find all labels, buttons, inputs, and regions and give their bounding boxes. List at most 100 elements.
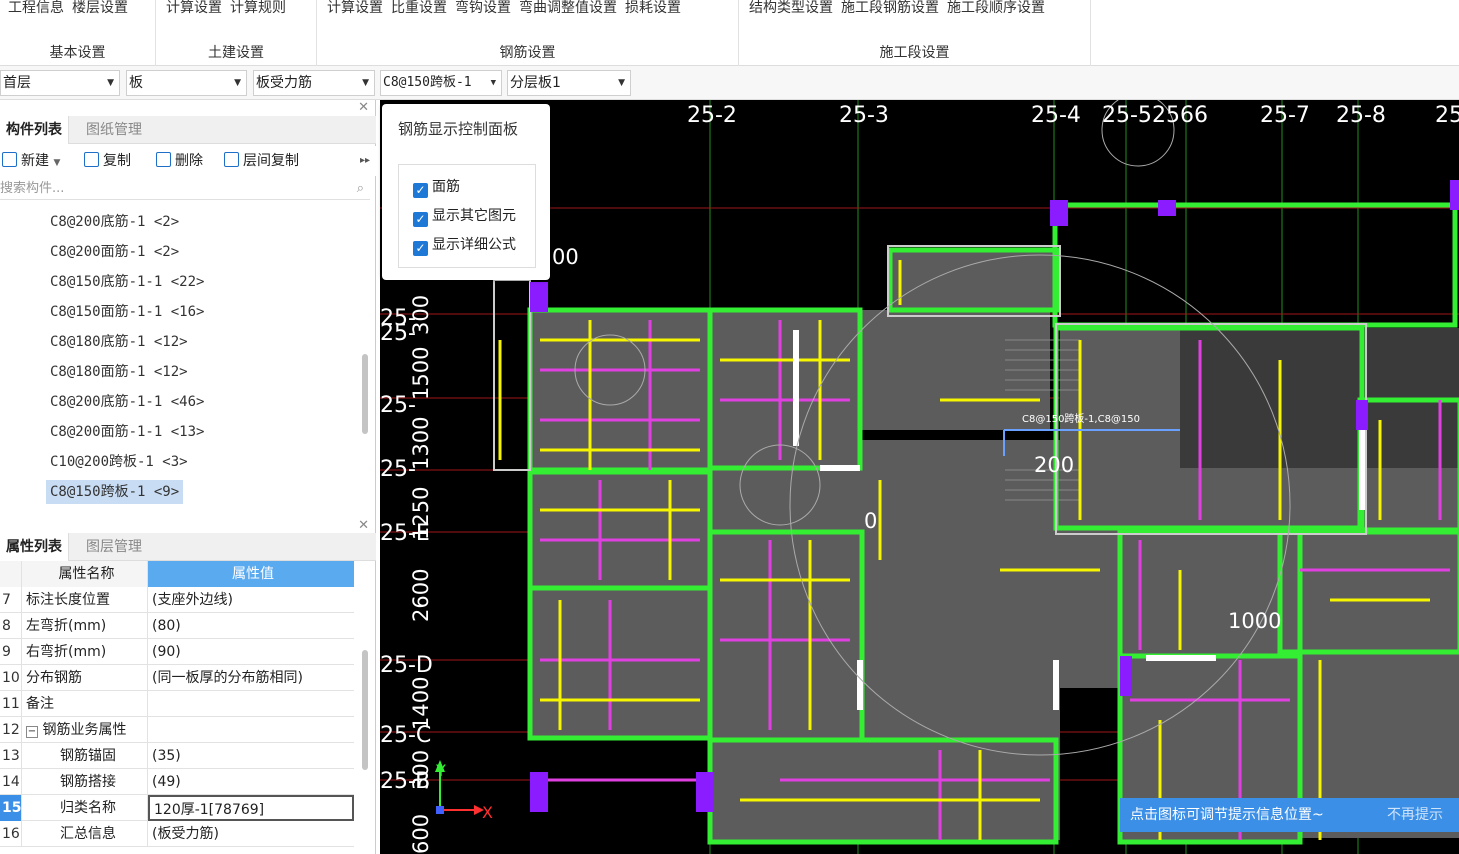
table-header: 属性名称 属性值 <box>0 561 354 587</box>
check-icon: ✓ <box>413 212 428 227</box>
collapse-icon[interactable]: − <box>26 726 38 738</box>
close-icon[interactable]: ✕ <box>358 100 369 115</box>
top-rebar-checkbox[interactable]: ✓ 面筋 <box>413 177 460 198</box>
ribbon-floor-settings[interactable]: 楼层设置 <box>72 0 128 15</box>
ribbon-density[interactable]: 比重设置 <box>391 0 447 15</box>
floor-select[interactable]: 首层 ▼ <box>0 70 120 96</box>
dimension-label: 300 <box>409 750 433 790</box>
list-scrollbar[interactable] <box>362 354 368 434</box>
components-tabs: 构件列表 图纸管理 <box>0 116 376 144</box>
table-row[interactable]: 8 左弯折(mm) (80) <box>0 613 354 639</box>
list-item[interactable]: C8@180面筋-1 <12> <box>46 360 192 384</box>
ribbon-calc-rules[interactable]: 计算规则 <box>230 0 286 15</box>
properties-tabs: 属性列表 图层管理 <box>0 533 376 561</box>
svg-text:X: X <box>482 803 493 822</box>
table-row[interactable]: 10 分布钢筋 (同一板厚的分布筋相同) <box>0 665 354 691</box>
layers-copy-icon <box>224 152 239 167</box>
header-value: 属性值 <box>148 561 354 587</box>
rebar-display-panel: 钢筋显示控制面板 ✓ 面筋 ✓ 显示其它图元 ✓ 显示详细公式 <box>382 104 550 280</box>
tab-component-list[interactable]: 构件列表 <box>0 116 69 144</box>
ribbon-rebar-calc[interactable]: 计算设置 <box>327 0 383 15</box>
more-icon[interactable]: ▸▸ <box>360 150 370 172</box>
list-item-selected[interactable]: C8@150跨板-1 <9> <box>46 480 184 504</box>
ribbon-stage-rebar[interactable]: 施工段钢筋设置 <box>841 0 939 15</box>
selector-toolbar: 首层 ▼ 板 ▼ 板受力筋 ▼ C8@150跨板-1 ▼ 分层板1 ▼ <box>0 66 1459 100</box>
ribbon-calc-settings[interactable]: 计算设置 <box>166 0 222 15</box>
dimension-label: 1400 <box>409 677 433 730</box>
panel-title: 钢筋显示控制面板 <box>398 120 519 138</box>
component-search[interactable]: 搜索构件... ⌕ <box>0 178 370 200</box>
dimension-label: 300 <box>409 295 433 335</box>
left-panel: ✕ 构件列表 图纸管理 新建 ▼ 复制 删除 层间复制 ▸▸ 搜索构件... ⌕… <box>0 100 376 854</box>
new-button[interactable]: 新建 ▼ <box>2 150 60 172</box>
show-detail-formula-checkbox[interactable]: ✓ 显示详细公式 <box>413 235 516 256</box>
category-name-input: 120厚-1[78769] <box>148 795 354 821</box>
chevron-down-icon: ▼ <box>490 78 496 88</box>
layer-select[interactable]: 分层板1 ▼ <box>507 70 631 96</box>
table-row[interactable]: 16 汇总信息 (板受力筋) <box>0 821 354 847</box>
tab-property-list[interactable]: 属性列表 <box>0 533 69 561</box>
hint-bar[interactable]: 点击图标可调节提示信息位置~ 不再提示 <box>1120 798 1459 832</box>
type-select[interactable]: 板 ▼ <box>126 70 247 96</box>
list-item[interactable]: C8@200面筋-1 <2> <box>46 240 183 264</box>
table-row[interactable]: 13 钢筋锚固 (35) <box>0 743 354 769</box>
list-item[interactable]: C8@200面筋-1-1 <13> <box>46 420 208 444</box>
component-list: C8@200底筋-1 <2> C8@200面筋-1 <2> C8@150底筋-1… <box>0 204 370 514</box>
copy-icon <box>84 152 99 167</box>
search-placeholder: 搜索构件... <box>0 181 65 196</box>
ribbon-group-title: 施工段设置 <box>879 45 950 61</box>
tab-layer-management[interactable]: 图层管理 <box>80 533 148 561</box>
component-select[interactable]: C8@150跨板-1 ▼ <box>380 70 502 96</box>
dismiss-hint-button[interactable]: 不再提示 <box>1387 798 1443 832</box>
component-toolbar: 新建 ▼ 复制 删除 层间复制 ▸▸ <box>0 146 376 176</box>
list-item[interactable]: C8@200底筋-1 <2> <box>46 210 183 234</box>
hint-text: 点击图标可调节提示信息位置~ <box>1130 807 1324 823</box>
axis-label-top: 25 <box>1435 103 1459 128</box>
chevron-down-icon: ▼ <box>618 78 625 88</box>
ribbon-group-title: 土建设置 <box>208 45 264 61</box>
list-item[interactable]: C8@150面筋-1-1 <16> <box>46 300 208 324</box>
rebar-annotation: C8@150跨板-1,C8@150 <box>1022 412 1140 425</box>
list-item[interactable]: C8@150底筋-1-1 <22> <box>46 270 208 294</box>
axis-label-top: 25-4 <box>1031 103 1081 128</box>
axis-label-left: 25-D <box>380 653 433 678</box>
ribbon-group-basic: 工程信息 楼层设置 基本设置 <box>0 0 156 66</box>
search-icon[interactable]: ⌕ <box>357 178 364 200</box>
delete-button[interactable]: 删除 <box>156 150 203 172</box>
list-item[interactable]: C10@200跨板-1 <3> <box>46 450 192 474</box>
axis-label-top: 25-7 <box>1260 103 1310 128</box>
floor-copy-button[interactable]: 层间复制 <box>224 150 299 172</box>
copy-button[interactable]: 复制 <box>84 150 131 172</box>
axis-label-top: 2566 <box>1152 103 1208 128</box>
check-icon: ✓ <box>413 241 428 256</box>
table-row[interactable]: 9 右弯折(mm) (90) <box>0 639 354 665</box>
dimension-label: 1250 <box>409 487 433 540</box>
properties-scrollbar[interactable] <box>362 650 368 770</box>
ribbon-stage-order[interactable]: 施工段顺序设置 <box>947 0 1045 15</box>
ribbon-loss[interactable]: 损耗设置 <box>625 0 681 15</box>
tab-drawing-management[interactable]: 图纸管理 <box>80 116 148 144</box>
list-item[interactable]: C8@180底筋-1 <12> <box>46 330 192 354</box>
ribbon-project-info[interactable]: 工程信息 <box>8 0 64 15</box>
axis-label-top: 25-5 <box>1102 103 1152 128</box>
table-row-selected[interactable]: 15 归类名称 120厚-1[78769] <box>0 795 354 821</box>
new-doc-icon <box>2 152 17 167</box>
dimension-label: 0 <box>864 509 877 533</box>
table-row[interactable]: 11 备注 <box>0 691 354 717</box>
ribbon-bend-adjust[interactable]: 弯曲调整值设置 <box>519 0 617 15</box>
option-group: ✓ 面筋 ✓ 显示其它图元 ✓ 显示详细公式 <box>398 164 536 268</box>
close-icon[interactable]: ✕ <box>358 518 369 533</box>
table-row[interactable]: 14 钢筋搭接 (49) <box>0 769 354 795</box>
table-row[interactable]: 7 标注长度位置 (支座外边线) <box>0 587 354 613</box>
axis-gizmo-icon: Y X <box>435 760 493 822</box>
ribbon-hook[interactable]: 弯钩设置 <box>455 0 511 15</box>
table-row-group[interactable]: 12− 钢筋业务属性 <box>0 717 354 743</box>
show-other-elements-checkbox[interactable]: ✓ 显示其它图元 <box>413 206 516 227</box>
dimension-label: 1300 <box>409 417 433 470</box>
chevron-down-icon: ▼ <box>107 78 114 88</box>
ribbon-structure-type[interactable]: 结构类型设置 <box>749 0 833 15</box>
subtype-select[interactable]: 板受力筋 ▼ <box>253 70 375 96</box>
axis-label-top: 25-8 <box>1336 103 1386 128</box>
list-item[interactable]: C8@200底筋-1-1 <46> <box>46 390 208 414</box>
chevron-down-icon: ▼ <box>362 78 369 88</box>
